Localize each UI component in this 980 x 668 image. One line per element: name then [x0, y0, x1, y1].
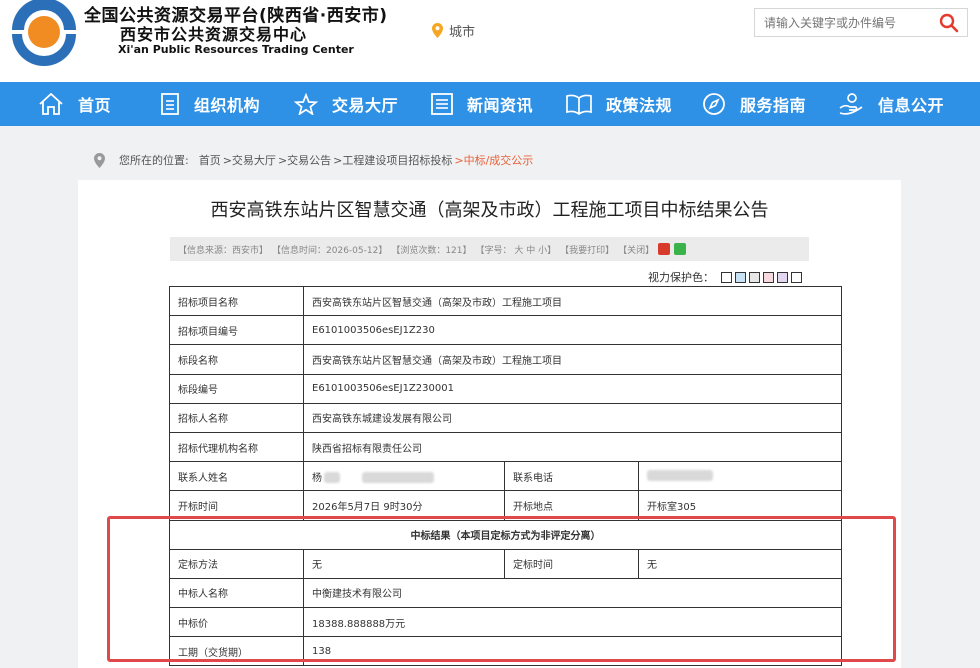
table-row: 招标人名称 西安高铁东城建设发展有限公司: [169, 402, 843, 433]
nav-item-organization[interactable]: 组织机构: [160, 82, 260, 126]
cell-label: 招标代理机构名称: [169, 431, 304, 463]
redacted-text: [324, 472, 340, 484]
color-swatch-gray[interactable]: [749, 271, 760, 283]
search-box: [754, 8, 968, 37]
info-source: 【信息来源：西安市】: [178, 245, 269, 256]
vision-label: 视力保护色：: [648, 271, 714, 284]
home-icon: [39, 92, 63, 115]
nav-label: 首页: [78, 96, 112, 115]
cell-value: 陕西省招标有限责任公司: [302, 431, 843, 463]
cell-value: 西安高铁东城建设发展有限公司: [302, 402, 843, 433]
location-pin-icon: [432, 23, 443, 38]
print-link[interactable]: 【我要打印】: [560, 243, 614, 256]
color-swatch-default[interactable]: [791, 271, 802, 283]
article-title: 西安高铁东站片区智慧交通（高架及市政）工程施工项目中标结果公告: [210, 200, 769, 221]
nav-label: 交易大厅: [332, 96, 399, 115]
document-icon: [161, 93, 179, 115]
compass-icon: [703, 93, 725, 115]
share-wechat-icon[interactable]: [674, 243, 687, 255]
nav-label: 信息公开: [878, 96, 945, 115]
table-row: 招标代理机构名称 陕西省招标有限责任公司: [169, 431, 843, 463]
table-row: 招标项目名称 西安高铁东站片区智慧交通（高架及市政）工程施工项目: [169, 285, 843, 317]
phone-cell: [637, 461, 843, 492]
breadcrumb: 您所在的位置: 首页 >交易大厅 >交易公告 >工程建设项目招标投标 >中标/成…: [94, 152, 535, 168]
close-link[interactable]: 【关闭】: [618, 243, 654, 256]
main-nav: 首页 组织机构 交易大厅 新闻资讯 政策法规 服务指南 信息公开: [0, 82, 980, 126]
redacted-text: [362, 472, 434, 484]
breadcrumb-announcements[interactable]: >交易公告: [278, 152, 331, 168]
breadcrumb-home[interactable]: 首页: [199, 152, 221, 168]
search-icon[interactable]: [939, 13, 959, 33]
table-row: 标段名称 西安高铁东站片区智慧交通（高架及市政）工程施工项目: [169, 344, 843, 375]
cell-label: 联系人姓名: [169, 461, 304, 492]
cell-label: 招标项目名称: [169, 285, 304, 317]
contact-cell: 杨: [303, 461, 505, 492]
nav-item-news[interactable]: 新闻资讯: [431, 82, 533, 126]
cell-value: E6101003506esEJ1Z230001: [302, 373, 843, 404]
cell-label: 招标人名称: [169, 402, 304, 433]
share-weibo-icon[interactable]: [658, 243, 671, 255]
nav-label: 组织机构: [194, 96, 261, 115]
center-name-en: Xi'an Public Resources Trading Center: [118, 43, 354, 56]
nav-item-policy[interactable]: 政策法规: [566, 82, 672, 126]
cell-value: E6101003506esEJ1Z230: [302, 315, 843, 346]
cell-value: 西安高铁东站片区智慧交通（高架及市政）工程施工项目: [302, 285, 843, 317]
info-font-size[interactable]: 【字号： 大 中 小】: [476, 243, 557, 256]
nav-label: 政策法规: [606, 96, 673, 115]
color-swatch-blue[interactable]: [735, 271, 746, 283]
article-info-bar: 【信息来源：西安市】 【信息时间：2026-05-12】 【浏览次数：121】 …: [170, 237, 809, 261]
color-swatch-white[interactable]: [721, 271, 732, 283]
redacted-text: [647, 470, 713, 482]
cell-label: 标段编号: [169, 373, 304, 404]
list-icon: [431, 93, 453, 115]
cell-value: 西安高铁东站片区智慧交通（高架及市政）工程施工项目: [302, 344, 843, 375]
star-icon: [294, 93, 318, 115]
nav-label: 服务指南: [740, 96, 807, 115]
nav-item-service-guide[interactable]: 服务指南: [702, 82, 806, 126]
table-row: 招标项目编号 E6101003506esEJ1Z230: [169, 315, 843, 346]
nav-item-info-disclosure[interactable]: 信息公开: [838, 82, 944, 126]
highlight-annotation-box: [107, 516, 896, 662]
breadcrumb-construction-bidding[interactable]: >工程建设项目招标投标: [333, 152, 452, 168]
cell-label: 联系电话: [504, 461, 639, 492]
location-pin-icon: [94, 152, 105, 168]
site-header: 全国公共资源交易平台(陕西省·西安市) 西安市公共资源交易中心 Xi'an Pu…: [0, 0, 980, 82]
cell-label: 标段名称: [169, 344, 304, 375]
info-views: 【浏览次数：121】: [391, 245, 472, 256]
city-label: 城市: [449, 25, 476, 40]
table-row: 联系人姓名 杨 联系电话: [169, 461, 843, 492]
table-row: 标段编号 E6101003506esEJ1Z230001: [169, 373, 843, 404]
nav-label: 新闻资讯: [467, 96, 534, 115]
contact-name: 杨: [312, 472, 322, 484]
breadcrumb-trading-hall[interactable]: >交易大厅: [223, 152, 276, 168]
center-name: 西安市公共资源交易中心: [120, 25, 308, 44]
hand-icon: [839, 93, 863, 115]
cell-label: 招标项目编号: [169, 315, 304, 346]
nav-item-home[interactable]: 首页: [38, 82, 111, 126]
city-selector[interactable]: 城市: [432, 21, 475, 40]
info-time: 【信息时间：2026-05-12】: [272, 245, 388, 256]
search-input[interactable]: [755, 9, 935, 36]
nav-item-trading-hall[interactable]: 交易大厅: [294, 82, 398, 126]
site-logo[interactable]: [8, 0, 80, 66]
color-swatch-pink[interactable]: [763, 271, 774, 283]
breadcrumb-prefix: 您所在的位置:: [119, 154, 189, 167]
vision-protection: 视力保护色：: [648, 269, 802, 285]
color-swatch-purple[interactable]: [777, 271, 788, 283]
book-icon: [566, 94, 592, 115]
breadcrumb-current[interactable]: >中标/成交公示: [454, 152, 533, 168]
